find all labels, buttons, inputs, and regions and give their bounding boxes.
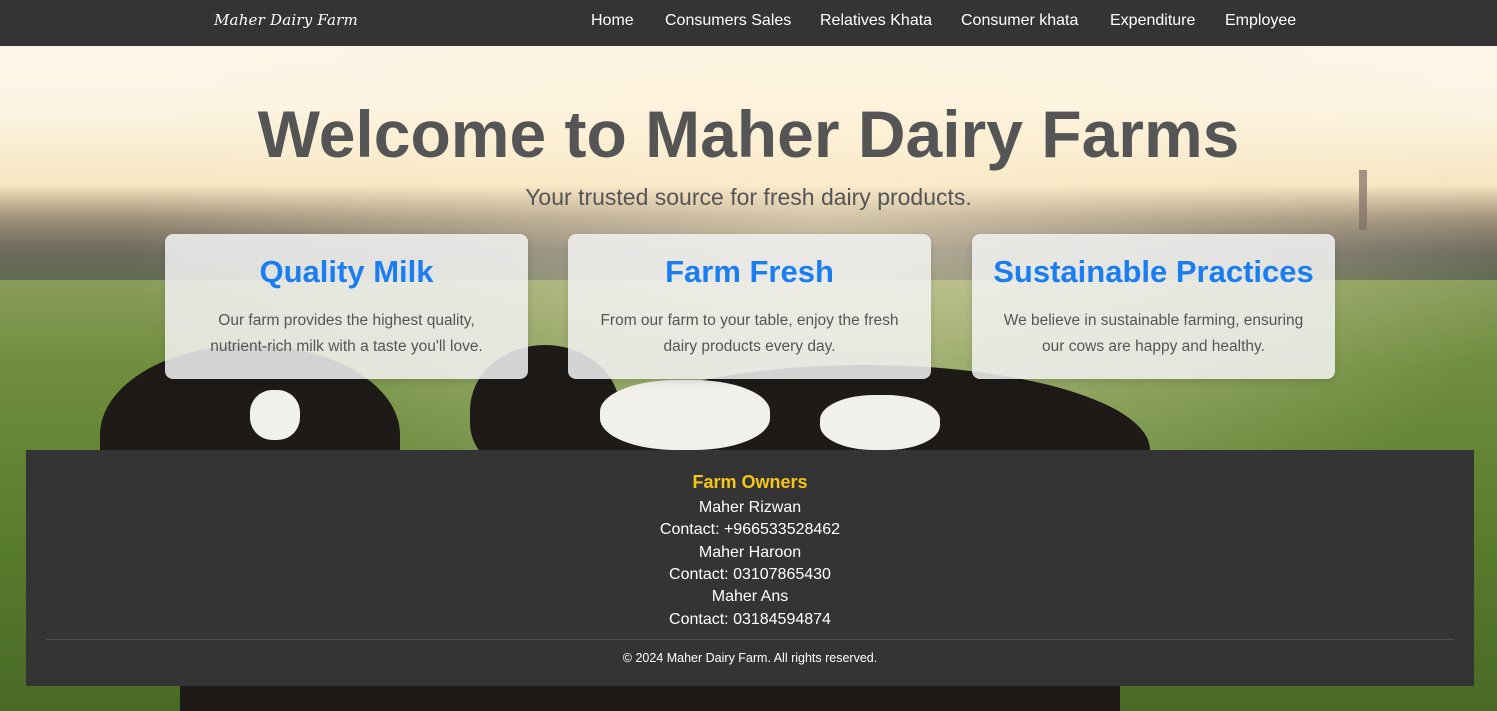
brand-logo[interactable]: Maher Dairy Farm [214, 11, 358, 29]
card-title: Sustainable Practices [993, 254, 1314, 289]
owner-name: Maher Rizwan [698, 499, 802, 516]
owner-contact: Contact: 03107865430 [669, 566, 831, 583]
owner-name: Maher Haroon [698, 544, 802, 561]
hero-title: Welcome to Maher Dairy Farms [257, 97, 1240, 171]
owner-contact: Contact: +966533528462 [659, 521, 841, 538]
cow-right-patch [600, 380, 770, 450]
cow-left-patch [250, 390, 300, 440]
nav-home[interactable]: Home [591, 12, 634, 30]
nav-expenditure[interactable]: Expenditure [1110, 12, 1195, 30]
card-title: Quality Milk [259, 254, 434, 289]
nav-employee[interactable]: Employee [1225, 12, 1296, 30]
card-text: We believe in sustainable farming, ensur… [1003, 312, 1304, 355]
copyright-text: © 2024 Maher Dairy Farm. All rights rese… [622, 651, 878, 665]
nav-consumer-khata[interactable]: Consumer khata [961, 12, 1078, 30]
owners-heading: Farm Owners [692, 472, 808, 492]
feature-card-farm-fresh: Farm Fresh From our farm to your table, … [568, 234, 931, 379]
cow-right-patch [820, 395, 940, 450]
owner-contact: Contact: 03184594874 [669, 611, 831, 628]
card-title: Farm Fresh [665, 254, 834, 289]
footer-divider [46, 639, 1454, 640]
owner-name: Maher Ans [711, 588, 789, 605]
card-text: From our farm to your table, enjoy the f… [600, 312, 899, 355]
nav-relatives-khata[interactable]: Relatives Khata [820, 12, 932, 30]
top-navbar: Maher Dairy Farm Home Consumers Sales Re… [0, 0, 1497, 46]
feature-card-sustainable-practices: Sustainable Practices We believe in sust… [972, 234, 1335, 379]
feature-card-quality-milk: Quality Milk Our farm provides the highe… [165, 234, 528, 379]
hero-subtitle: Your trusted source for fresh dairy prod… [525, 184, 972, 210]
footer: Farm Owners Maher Rizwan Contact: +96653… [26, 450, 1474, 686]
card-text: Our farm provides the highest quality, n… [210, 312, 483, 355]
nav-consumers-sales[interactable]: Consumers Sales [665, 12, 791, 30]
